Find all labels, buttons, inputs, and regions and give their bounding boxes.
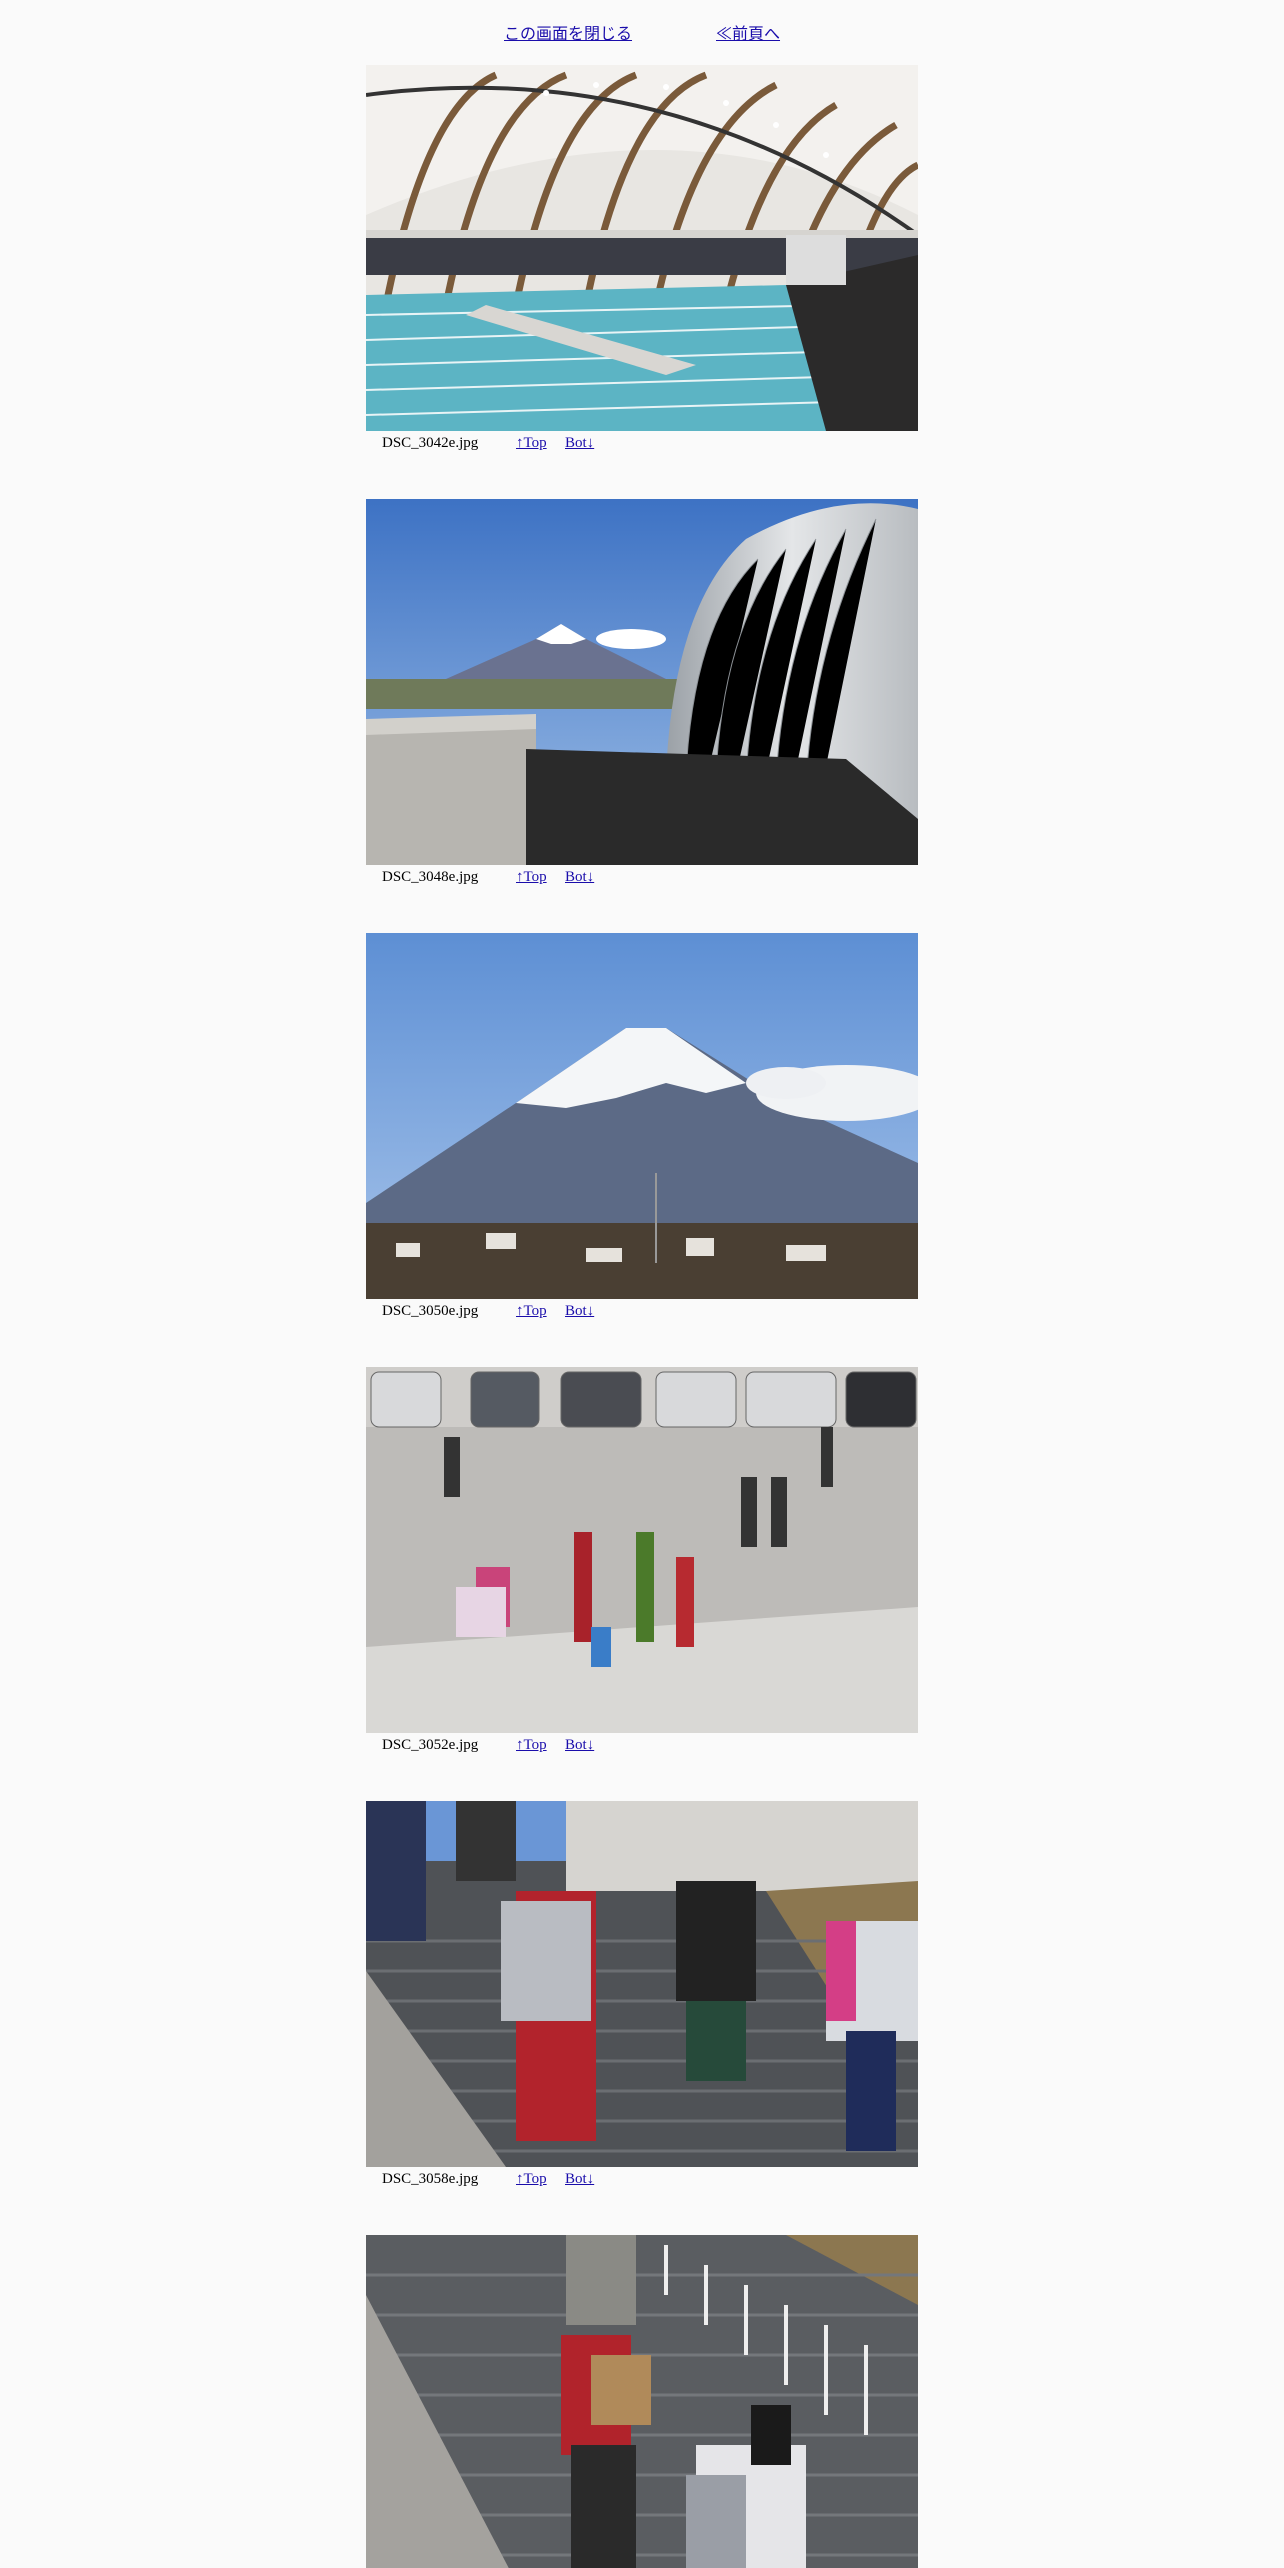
scroll-top-link[interactable]: ↑Top	[516, 869, 547, 886]
photo-filename: DSC_3050e.jpg	[382, 1303, 479, 1319]
scroll-bottom-link[interactable]: Bot↓	[565, 1737, 594, 1754]
photo-entry: DSC_3050e.jpg ↑Top Bot↓	[366, 933, 918, 1327]
photo-gallery-page: この画面を閉じる ≪前頁へ DSC_3042e.jpg ↑Top Bot↓ DS…	[0, 0, 1284, 2568]
photo-mount-fuji[interactable]	[366, 933, 918, 1299]
scroll-bottom-link[interactable]: Bot↓	[565, 435, 594, 452]
photo-stairs-students[interactable]	[366, 1801, 918, 2167]
previous-page-link[interactable]: ≪前頁へ	[716, 20, 780, 44]
photo-entry: DSC_3052e.jpg ↑Top Bot↓	[366, 1367, 918, 1761]
scroll-top-link[interactable]: ↑Top	[516, 2171, 547, 2188]
photo-caption: DSC_3048e.jpg ↑Top Bot↓	[366, 865, 918, 893]
scroll-top-link[interactable]: ↑Top	[516, 435, 547, 452]
photo-entry: DSC_3058e.jpg ↑Top Bot↓	[366, 1801, 918, 2195]
photo-filename: DSC_3042e.jpg	[382, 435, 479, 451]
scroll-bottom-link[interactable]: Bot↓	[565, 1303, 594, 1320]
photo-entry: DSC_3042e.jpg ↑Top Bot↓	[366, 65, 918, 459]
scroll-top-link[interactable]: ↑Top	[516, 1303, 547, 1320]
photo-filename: DSC_3052e.jpg	[382, 1737, 479, 1753]
scroll-top-link[interactable]: ↑Top	[516, 1737, 547, 1754]
photo-parking-lot[interactable]	[366, 1367, 918, 1733]
scroll-bottom-link[interactable]: Bot↓	[565, 869, 594, 886]
close-window-link[interactable]: この画面を閉じる	[504, 20, 632, 44]
photo-caption: DSC_3042e.jpg ↑Top Bot↓	[366, 431, 918, 459]
photo-caption: DSC_3058e.jpg ↑Top Bot↓	[366, 2167, 918, 2195]
photo-pool[interactable]	[366, 65, 918, 431]
scroll-bottom-link[interactable]: Bot↓	[565, 2171, 594, 2188]
photo-fuji-building[interactable]	[366, 499, 918, 865]
photo-entry: DSC_3048e.jpg ↑Top Bot↓	[366, 499, 918, 893]
photo-caption: DSC_3052e.jpg ↑Top Bot↓	[366, 1733, 918, 1761]
photo-entry	[366, 2235, 918, 2568]
photo-caption: DSC_3050e.jpg ↑Top Bot↓	[366, 1299, 918, 1327]
photo-filename: DSC_3058e.jpg	[382, 2171, 479, 2187]
photo-filename: DSC_3048e.jpg	[382, 869, 479, 885]
photo-stairs-boxes[interactable]	[366, 2235, 918, 2568]
